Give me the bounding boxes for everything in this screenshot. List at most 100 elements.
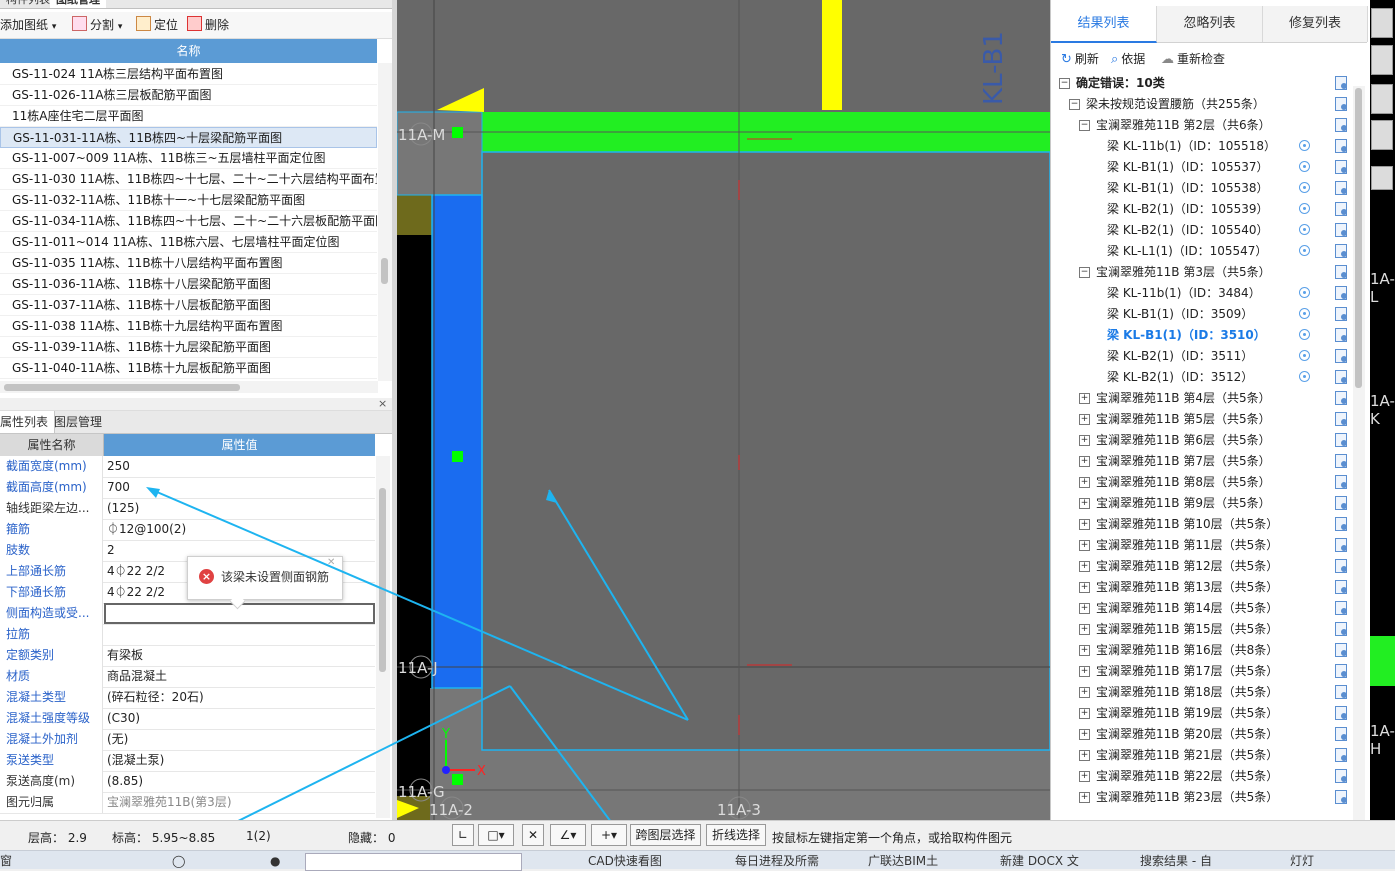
locate-icon[interactable] bbox=[1299, 203, 1310, 214]
drawing-list-scroll-thumb[interactable] bbox=[381, 258, 388, 284]
locate-icon[interactable] bbox=[1299, 350, 1310, 361]
property-row[interactable]: 泵送高度(m) (8.85) bbox=[0, 771, 375, 793]
drawing-list-item[interactable]: GS-11-032-11A栋、11B栋十一~十七层梁配筋平面图 bbox=[0, 190, 377, 211]
document-icon[interactable] bbox=[1335, 727, 1347, 741]
document-icon[interactable] bbox=[1335, 202, 1347, 216]
drawing-list-item[interactable]: GS-11-036-11A栋、11B栋十八层梁配筋平面图 bbox=[0, 274, 377, 295]
property-row[interactable]: 轴线距梁左边... (125) bbox=[0, 498, 375, 520]
snap-icon[interactable]: □▾ bbox=[478, 824, 514, 846]
document-icon[interactable] bbox=[1335, 223, 1347, 237]
taskbar-item-search-results[interactable]: 搜索结果 - 自 bbox=[1140, 853, 1212, 869]
drawing-list-item[interactable]: 11栋A座住宅二层平面图 bbox=[0, 106, 377, 127]
locate-icon[interactable] bbox=[1299, 371, 1310, 382]
property-value[interactable]: ⏀12@100(2) bbox=[104, 519, 375, 540]
delete-button[interactable]: 删除 bbox=[187, 16, 229, 34]
expand-icon[interactable]: + bbox=[1079, 456, 1090, 467]
document-icon[interactable] bbox=[1335, 76, 1347, 90]
tree-leaf-item[interactable]: 梁 KL-11b(1)（ID：105518） bbox=[1051, 136, 1351, 157]
property-scroll-thumb[interactable] bbox=[379, 488, 386, 672]
document-icon[interactable] bbox=[1335, 454, 1347, 468]
property-value[interactable]: (C30) bbox=[104, 708, 375, 729]
document-icon[interactable] bbox=[1335, 496, 1347, 510]
drawing-list-item[interactable]: GS-11-034-11A栋、11B栋四~十七层、二十~二十六层板配筋平面图 bbox=[0, 211, 377, 232]
drawing-list-item[interactable]: GS-11-026-11A栋三层板配筋平面图 bbox=[0, 85, 377, 106]
property-value[interactable]: (125) bbox=[104, 498, 375, 519]
tree-group-item[interactable]: + 宝澜翠雅苑11B 第13层（共5条） bbox=[1051, 577, 1351, 598]
view-cube-icon[interactable] bbox=[1371, 84, 1393, 114]
tab-repair-list[interactable]: 修复列表 bbox=[1263, 6, 1368, 42]
tab-ignore-list[interactable]: 忽略列表 bbox=[1157, 6, 1263, 42]
tree-leaf-item[interactable]: 梁 KL-B2(1)（ID：105540） bbox=[1051, 220, 1351, 241]
add-drawing-button[interactable]: 添加图纸 ▾ bbox=[0, 16, 56, 34]
refresh-button[interactable]: ↻ 刷新 bbox=[1061, 50, 1099, 68]
property-value[interactable]: 宝澜翠雅苑11B(第3层) bbox=[104, 792, 375, 813]
property-row[interactable]: 混凝土强度等级 (C30) bbox=[0, 708, 375, 730]
tab-layer-management[interactable]: 图层管理 bbox=[48, 411, 108, 433]
locate-icon[interactable] bbox=[1299, 140, 1310, 151]
taskbar-item[interactable]: 窗 bbox=[0, 853, 12, 869]
document-icon[interactable] bbox=[1335, 286, 1347, 300]
tree-leaf-item[interactable]: 梁 KL-L1(1)（ID：105547） bbox=[1051, 241, 1351, 262]
tree-group-item[interactable]: + 宝澜翠雅苑11B 第9层（共5条） bbox=[1051, 493, 1351, 514]
split-button[interactable]: 分割 ▾ bbox=[72, 16, 122, 34]
tree-group-item[interactable]: + 宝澜翠雅苑11B 第18层（共5条） bbox=[1051, 682, 1351, 703]
property-value[interactable]: (碎石粒径：20石) bbox=[104, 687, 375, 708]
tree-group-item[interactable]: + 宝澜翠雅苑11B 第21层（共5条） bbox=[1051, 745, 1351, 766]
tab-drawing-management[interactable]: 图纸管理 bbox=[50, 0, 106, 8]
app-icon[interactable]: ● bbox=[270, 853, 280, 869]
tree-group-item[interactable]: + 宝澜翠雅苑11B 第15层（共5条） bbox=[1051, 619, 1351, 640]
document-icon[interactable] bbox=[1335, 118, 1347, 132]
drawing-list-item[interactable]: GS-11-024 11A栋三层结构平面布置图 bbox=[0, 64, 377, 85]
expand-icon[interactable]: + bbox=[1079, 498, 1090, 509]
drawing-list-item[interactable]: GS-11-031-11A栋、11B栋四~十层梁配筋平面图 bbox=[0, 127, 377, 148]
document-icon[interactable] bbox=[1335, 601, 1347, 615]
tree-leaf-item[interactable]: 梁 KL-B2(1)（ID：3511） bbox=[1051, 346, 1351, 367]
document-icon[interactable] bbox=[1335, 475, 1347, 489]
locate-icon[interactable] bbox=[1299, 245, 1310, 256]
document-icon[interactable] bbox=[1335, 685, 1347, 699]
close-icon[interactable]: × bbox=[378, 398, 388, 409]
expand-icon[interactable]: + bbox=[1079, 750, 1090, 761]
tree-group-item[interactable]: + 宝澜翠雅苑11B 第8层（共5条） bbox=[1051, 472, 1351, 493]
tree-group-item[interactable]: − 宝澜翠雅苑11B 第3层（共5条） bbox=[1051, 262, 1351, 283]
basis-button[interactable]: ⌕ 依据 bbox=[1111, 50, 1145, 68]
expand-icon[interactable]: + bbox=[1079, 687, 1090, 698]
locate-icon[interactable] bbox=[1299, 161, 1310, 172]
locate-icon[interactable] bbox=[1299, 182, 1310, 193]
tab-component-list[interactable]: 构件列表 bbox=[0, 0, 56, 8]
expand-icon[interactable]: + bbox=[1079, 393, 1090, 404]
document-icon[interactable] bbox=[1335, 769, 1347, 783]
tree-group-item[interactable]: + 宝澜翠雅苑11B 第16层（共8条） bbox=[1051, 640, 1351, 661]
document-icon[interactable] bbox=[1335, 538, 1347, 552]
tab-result-list[interactable]: 结果列表 bbox=[1051, 6, 1157, 43]
expand-icon[interactable]: + bbox=[1079, 435, 1090, 446]
tree-group-item[interactable]: + 宝澜翠雅苑11B 第14层（共5条） bbox=[1051, 598, 1351, 619]
expand-icon[interactable]: + bbox=[1079, 540, 1090, 551]
drawing-list-item[interactable]: GS-11-011~014 11A栋、11B栋六层、七层墙柱平面定位图 bbox=[0, 232, 377, 253]
polyline-select-button[interactable]: 折线选择 bbox=[706, 824, 766, 846]
expand-icon[interactable]: + bbox=[1079, 414, 1090, 425]
document-icon[interactable] bbox=[1335, 580, 1347, 594]
expand-icon[interactable]: + bbox=[1079, 645, 1090, 656]
tree-group-item[interactable]: + 宝澜翠雅苑11B 第23层（共5条） bbox=[1051, 787, 1351, 808]
grip-handle[interactable] bbox=[452, 127, 463, 138]
expand-icon[interactable]: + bbox=[1079, 624, 1090, 635]
drawing-list-item[interactable]: GS-11-037-11A栋、11B栋十八层板配筋平面图 bbox=[0, 295, 377, 316]
grid-view-icon[interactable] bbox=[1371, 166, 1393, 190]
tree-group-item[interactable]: + 宝澜翠雅苑11B 第6层（共5条） bbox=[1051, 430, 1351, 451]
tree-group-item[interactable]: + 宝澜翠雅苑11B 第12层（共5条） bbox=[1051, 556, 1351, 577]
document-icon[interactable] bbox=[1335, 328, 1347, 342]
tree-group-item[interactable]: + 宝澜翠雅苑11B 第7层（共5条） bbox=[1051, 451, 1351, 472]
taskbar-item-glodon[interactable]: 广联达BIM土 bbox=[868, 853, 938, 869]
taskbar-item-cad-viewer[interactable]: CAD快速看图 bbox=[588, 853, 662, 869]
expand-icon[interactable]: + bbox=[1079, 792, 1090, 803]
document-icon[interactable] bbox=[1335, 748, 1347, 762]
collapse-icon[interactable]: − bbox=[1069, 99, 1080, 110]
document-icon[interactable] bbox=[1335, 160, 1347, 174]
tree-group-item[interactable]: + 宝澜翠雅苑11B 第20层（共5条） bbox=[1051, 724, 1351, 745]
grip-handle[interactable] bbox=[452, 451, 463, 462]
taskbar-item-light[interactable]: 灯灯 bbox=[1290, 853, 1314, 869]
drawing-list-item[interactable]: GS-11-030 11A栋、11B栋四~十七层、二十~二十六层结构平面布置 bbox=[0, 169, 377, 190]
expand-icon[interactable]: + bbox=[1079, 582, 1090, 593]
locate-icon[interactable] bbox=[1299, 308, 1310, 319]
